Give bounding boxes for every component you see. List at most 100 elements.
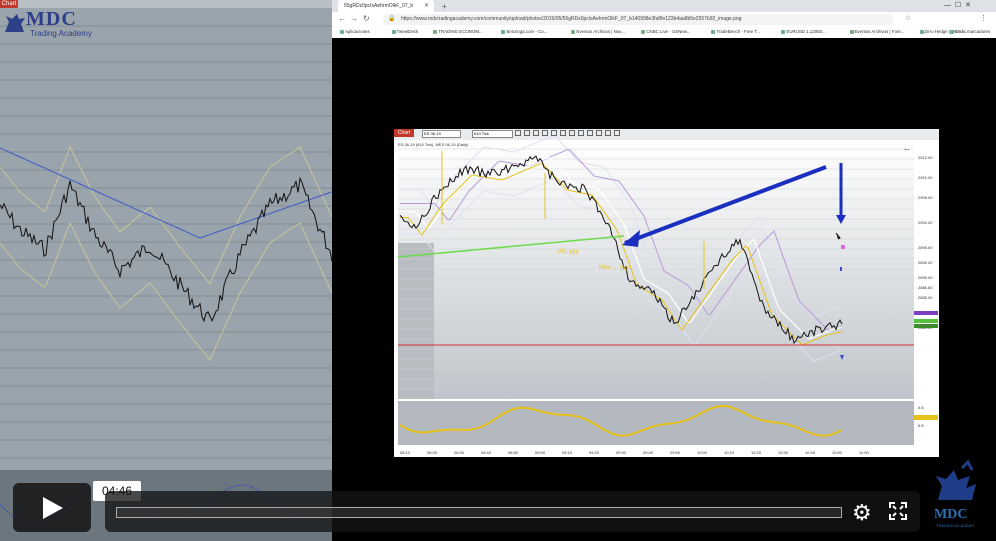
osc-tick-label: 0.5 <box>918 405 924 410</box>
bookmark-favicon-icon <box>950 29 954 34</box>
text-icon[interactable] <box>578 130 584 136</box>
time-tick-label: 08:40 <box>481 450 492 455</box>
time-tick-label: 10:30 <box>778 450 789 455</box>
time-tick-label: 10:50 <box>832 450 843 455</box>
bookmark-label: Otros marcadores <box>955 29 991 34</box>
back-arrow-icon[interactable]: ← <box>903 144 911 153</box>
price-tick-label: 2910.00 <box>918 175 933 180</box>
time-tick-label: 09:20 <box>589 450 600 455</box>
time-tick-label: 10:10 <box>724 450 735 455</box>
inner-price-chart: Alc. yyy Mov..... yyy 2912.00 2910.00 2905… <box>394 129 939 455</box>
url-input[interactable]: https://www.mdctradingacademy.com/commun… <box>383 14 893 25</box>
bookmark-favicon-icon <box>919 29 924 34</box>
menu-icon[interactable]: ⋮ <box>980 14 987 22</box>
left-chart-tab[interactable]: Chart <box>0 0 18 8</box>
symbol-dropdown[interactable]: ES 06-19 <box>422 130 461 138</box>
mdc-bull-logo-icon <box>936 460 976 500</box>
price-tick-label: 2900.00 <box>918 220 933 225</box>
indicator-icon[interactable] <box>596 130 602 136</box>
bookmark-label: TradeBench - Free T... <box>716 29 761 34</box>
bookmark-favicon-icon <box>849 29 854 34</box>
hand-icon[interactable] <box>560 130 566 136</box>
chart-style-icon[interactable] <box>587 130 593 136</box>
time-tick-label: 09:10 <box>562 450 573 455</box>
zoom-in-icon[interactable] <box>533 130 539 136</box>
bookmark-item[interactable]: EURUSD 1.12050... <box>781 29 826 34</box>
properties-icon[interactable] <box>614 130 620 136</box>
draw-line-icon[interactable] <box>551 130 557 136</box>
fullscreen-icon[interactable] <box>889 502 907 520</box>
bookmark-star-icon[interactable]: ☆ <box>905 14 911 22</box>
bookmark-item[interactable]: Benzinga.com - Co... <box>501 29 547 34</box>
annotation-1: Alc. yyy <box>558 249 579 255</box>
price-tick-label: 2912.00 <box>918 155 933 160</box>
tab-close-icon[interactable]: ✕ <box>424 2 429 9</box>
annotation-2: Mov..... yyy <box>599 265 629 271</box>
zoom-out-icon[interactable] <box>542 130 548 136</box>
interval-dropdown[interactable]: 610 Tick <box>472 130 513 138</box>
bookmark-label: Eventos Archivos | Fore... <box>854 29 905 34</box>
price-tick-label: 2892.00 <box>918 260 933 265</box>
reload-icon[interactable]: ↻ <box>363 14 370 23</box>
bookmark-label: CNBC Live - USNew... <box>646 29 691 34</box>
left-chart-toolbar <box>18 0 332 8</box>
price-tick-label: 2890.00 <box>918 275 933 280</box>
bookmark-item[interactable]: Otros marcadores <box>950 29 990 34</box>
bookmark-favicon-icon <box>571 29 576 34</box>
zoom-icon[interactable] <box>605 130 611 136</box>
time-tick-label: 11:00 <box>859 450 869 455</box>
bookmark-item[interactable]: Aplicaciones <box>340 29 370 34</box>
time-tick-label: 10:00 <box>697 450 708 455</box>
price-tick-label: 2886.50 <box>918 285 933 290</box>
progress-bar[interactable] <box>116 507 842 518</box>
bookmark-item[interactable]: Eventos Archivos | Fore... <box>849 29 905 34</box>
inner-chart-tab[interactable]: Chart <box>394 129 414 137</box>
time-tick-label: 08:20 <box>427 450 438 455</box>
bookmark-label: TweetDeck <box>396 29 419 34</box>
inner-chart-window: Alc. yyy Mov..... yyy 2912.00 2910.00 2905… <box>394 129 939 457</box>
crosshair-icon[interactable] <box>515 130 521 136</box>
back-icon[interactable]: ← <box>338 14 346 23</box>
time-tick-label: 10:20 <box>751 450 762 455</box>
time-tick-label: 09:50 <box>670 450 681 455</box>
window-controls[interactable]: — ☐ ✕ <box>944 1 971 9</box>
bookmark-label: Eventos Archivos | Nov... <box>576 29 625 34</box>
pointer-icon[interactable] <box>524 130 530 136</box>
settings-gear-icon[interactable]: ⚙ <box>852 500 872 526</box>
forward-icon[interactable]: → <box>350 14 358 23</box>
bookmark-favicon-icon <box>433 29 438 34</box>
bookmark-favicon-icon <box>501 29 506 34</box>
time-tick-label: 09:40 <box>643 450 654 455</box>
bookmark-favicon-icon <box>391 29 396 34</box>
bookmark-item[interactable]: CNBC Live - USNew... <box>641 29 690 34</box>
bookmark-favicon-icon <box>340 29 344 34</box>
bookmark-item[interactable]: TweetDeck <box>391 29 419 34</box>
bookmark-favicon-icon <box>781 29 786 34</box>
price-tick-label: 2905.00 <box>918 195 933 200</box>
bookmark-label: Aplicaciones <box>345 29 370 34</box>
left-logo-text: MDC <box>26 8 77 30</box>
osc-tick-label: 0.5 <box>918 423 924 428</box>
bookmark-item[interactable]: Eventos Archivos | Nov... <box>571 29 625 34</box>
bookmark-label: TRADING ECONOM... <box>438 29 483 34</box>
bookmark-item[interactable]: TRADING ECONOM... <box>433 29 483 34</box>
new-tab-icon[interactable]: + <box>442 2 447 11</box>
bookmark-label: Benzinga.com - Co... <box>506 29 548 34</box>
grid-icon[interactable] <box>569 130 575 136</box>
left-logo-subtitle: Trading Academy <box>30 29 92 38</box>
play-icon <box>43 497 63 519</box>
time-tick-label: 08:10 <box>400 450 411 455</box>
bull-logo-icon <box>5 14 25 32</box>
bookmark-label: EURUSD 1.12050... <box>786 29 826 34</box>
price-tick-label: 2895.00 <box>918 245 933 250</box>
bookmark-item[interactable]: TradeBench - Free T... <box>711 29 760 34</box>
play-button[interactable] <box>13 483 91 532</box>
time-tick-label: 09:30 <box>616 450 627 455</box>
badge-logo-text: MDC <box>934 507 968 522</box>
time-tick-label: 09:00 <box>535 450 546 455</box>
browser-tab[interactable]: 55gRDz0pcIsAehrmOlkF_07_b <box>338 0 434 12</box>
left-chart-panel: Chart MDC Trading Academy <box>0 0 332 541</box>
badge-logo-subtitle: TRADING ACADEMY <box>936 523 975 528</box>
time-tick-label: 08:30 <box>454 450 465 455</box>
bookmark-favicon-icon <box>711 29 716 34</box>
